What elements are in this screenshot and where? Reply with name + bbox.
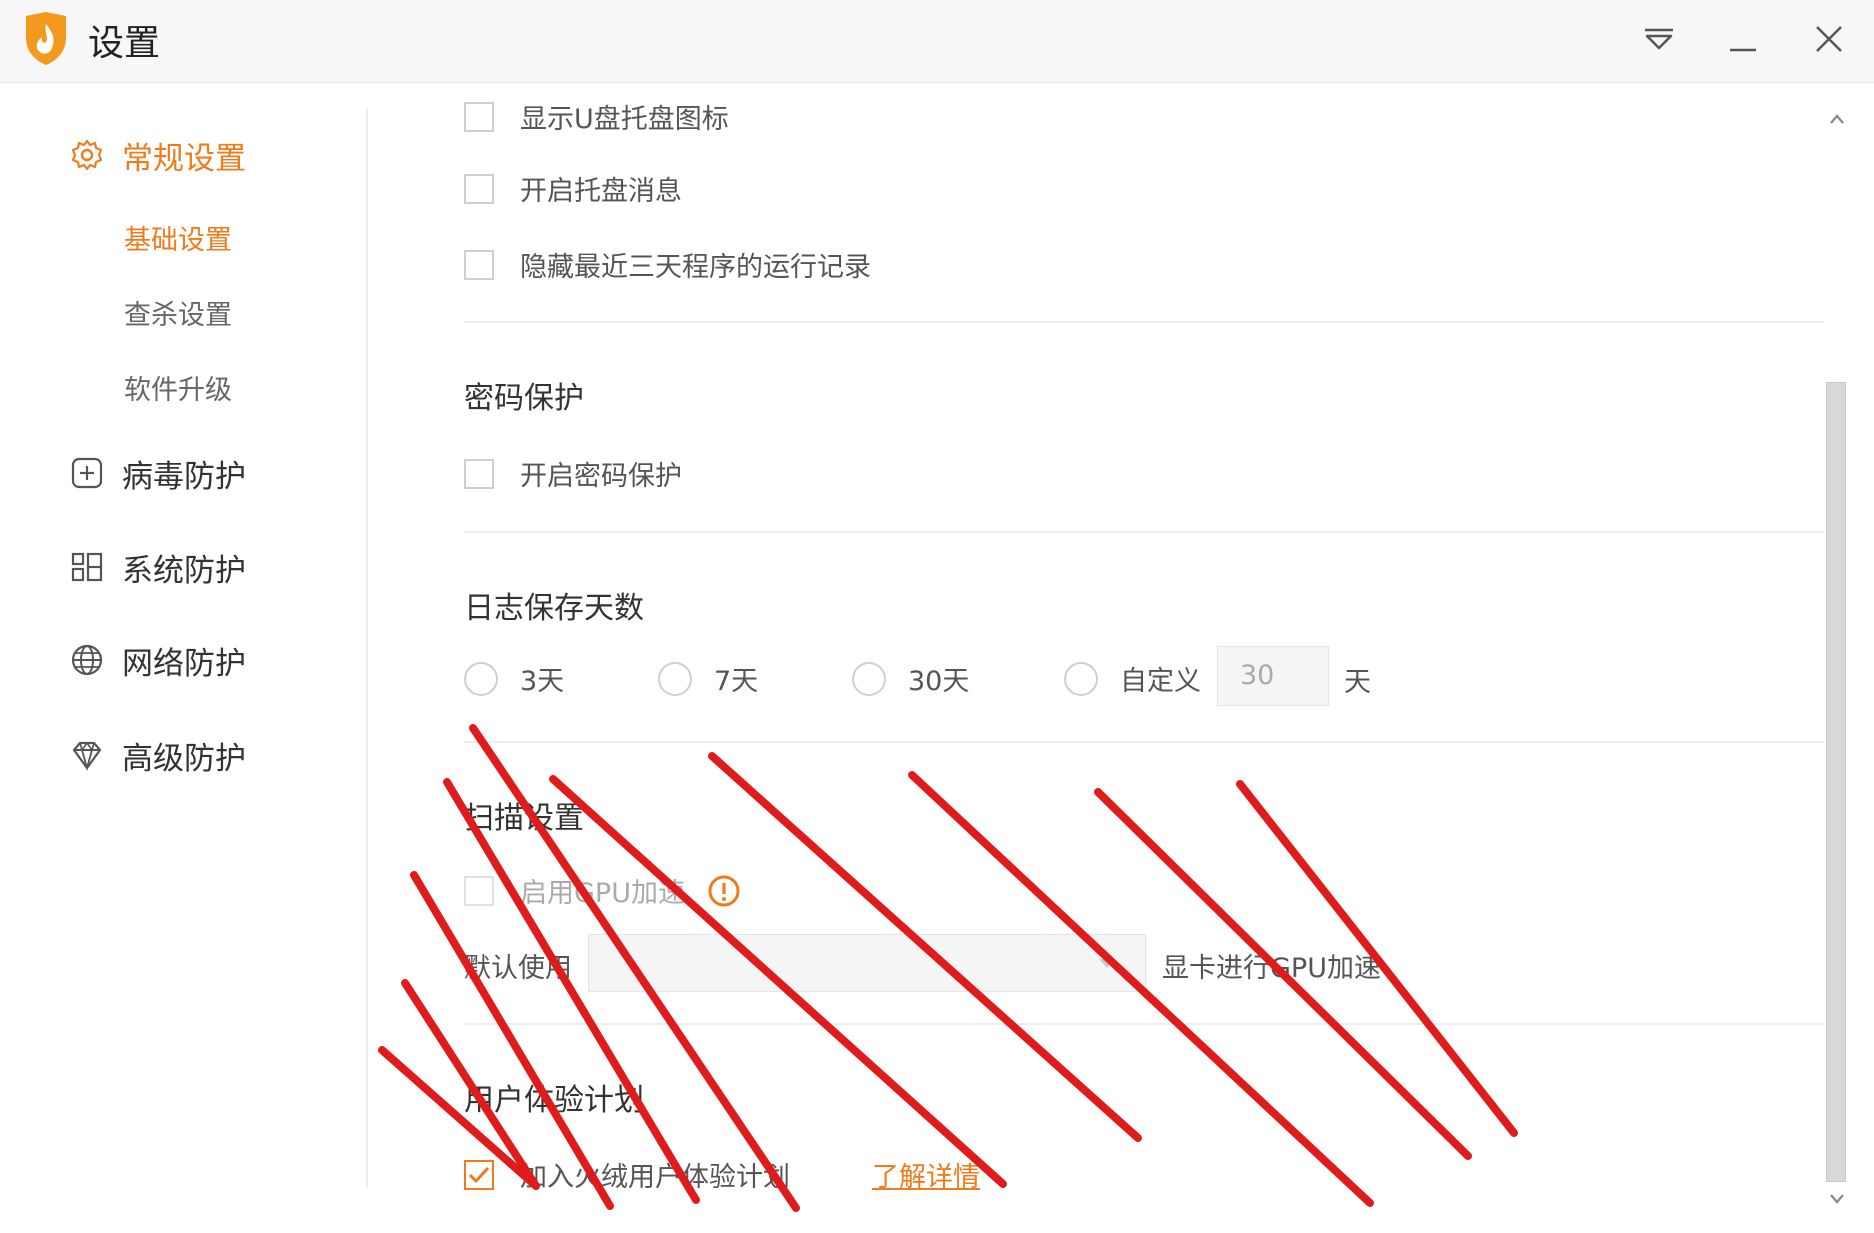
dropdown-menu-icon (1645, 28, 1673, 50)
settings-content: 显示U盘托盘图标 开启托盘消息 隐藏最近三天程序的运行记录 密码保护 开启密码保… (368, 83, 1828, 1233)
chevron-down-icon (1830, 1194, 1844, 1204)
sidebar-item-system[interactable]: 系统防护 (70, 542, 246, 592)
section-divider (464, 531, 1824, 533)
radio-3-days[interactable]: 3天 (464, 659, 564, 698)
option-label: 开启托盘消息 (520, 176, 682, 207)
custom-days-input[interactable]: 30 (1217, 646, 1329, 706)
radio-custom-days[interactable]: 自定义 (1064, 659, 1201, 698)
sidebar-item-label: 病毒防护 (122, 458, 246, 495)
option-gpu-accel[interactable]: 启用GPU加速 (464, 871, 741, 910)
sidebar-sub-upgrade[interactable]: 软件升级 (124, 368, 232, 407)
radio-label: 30天 (908, 666, 970, 697)
join-ux-checkbox[interactable] (464, 1159, 494, 1190)
sidebar-item-label: 常规设置 (122, 140, 246, 177)
option-label: 启用GPU加速 (520, 878, 685, 909)
scroll-up-button[interactable] (1824, 106, 1850, 132)
checkmark-icon (468, 1166, 490, 1183)
sidebar-item-label: 系统防护 (122, 552, 246, 589)
show-u-disk-checkbox[interactable] (464, 101, 494, 132)
diamond-icon (72, 741, 102, 772)
gpu-accel-checkbox[interactable] (464, 875, 494, 906)
sidebar-item-advanced[interactable]: 高级防护 (70, 730, 246, 780)
sidebar-item-label: 高级防护 (122, 740, 246, 777)
sidebar-sub-scan[interactable]: 查杀设置 (124, 293, 232, 332)
radio-circle[interactable] (464, 661, 498, 696)
hide-records-checkbox[interactable] (464, 249, 494, 280)
scroll-down-button[interactable] (1824, 1186, 1850, 1212)
close-button[interactable] (1806, 16, 1852, 62)
option-label: 显示U盘托盘图标 (520, 104, 729, 135)
password-protect-checkbox[interactable] (464, 458, 494, 489)
section-title-password: 密码保护 (464, 381, 584, 416)
radio-30-days[interactable]: 30天 (852, 659, 969, 698)
radio-label: 3天 (520, 666, 565, 697)
option-show-u-disk[interactable]: 显示U盘托盘图标 (464, 97, 729, 136)
window-title: 设置 (88, 23, 161, 64)
radio-label: 7天 (714, 666, 759, 697)
gear-icon (71, 139, 103, 171)
close-icon (1816, 26, 1842, 52)
days-unit-label: 天 (1344, 667, 1371, 698)
globe-icon (71, 644, 103, 676)
radio-circle[interactable] (658, 661, 692, 696)
section-title-log-days: 日志保存天数 (464, 591, 644, 626)
radio-label: 自定义 (1120, 666, 1201, 697)
warning-icon[interactable] (707, 874, 741, 908)
sidebar-item-network[interactable]: 网络防护 (70, 635, 246, 685)
huorong-logo-icon (22, 10, 70, 66)
default-use-label: 默认使用 (464, 953, 572, 984)
section-divider (464, 1023, 1824, 1025)
option-join-ux[interactable]: 加入火绒用户体验计划 了解详情 (464, 1155, 980, 1194)
sidebar-item-label: 网络防护 (122, 645, 246, 682)
plus-box-icon (71, 457, 103, 489)
option-label: 隐藏最近三天程序的运行记录 (520, 252, 871, 283)
radio-circle[interactable] (1064, 661, 1098, 696)
sidebar-item-virus[interactable]: 病毒防护 (70, 448, 246, 498)
section-title-scan: 扫描设置 (464, 801, 584, 836)
title-bar: 设置 (0, 0, 1874, 83)
learn-more-link[interactable]: 了解详情 (872, 1155, 980, 1194)
gpu-card-select[interactable] (588, 934, 1146, 992)
section-divider (464, 741, 1824, 743)
tray-messages-checkbox[interactable] (464, 173, 494, 204)
sidebar-item-general[interactable]: 常规设置 (70, 130, 246, 180)
grid-layout-icon (71, 552, 103, 582)
menu-dropdown-button[interactable] (1636, 16, 1682, 62)
section-title-ux: 用户体验计划 (464, 1083, 644, 1118)
section-divider (464, 321, 1824, 323)
radio-circle[interactable] (852, 661, 886, 696)
option-hide-records[interactable]: 隐藏最近三天程序的运行记录 (464, 245, 871, 284)
option-label: 开启密码保护 (520, 461, 682, 492)
minimize-button[interactable] (1720, 16, 1766, 62)
sidebar-sub-basic[interactable]: 基础设置 (124, 218, 232, 257)
gpu-suffix-label: 显卡进行GPU加速 (1162, 953, 1381, 984)
scrollbar-thumb[interactable] (1826, 382, 1846, 1182)
chevron-down-icon (1099, 959, 1115, 968)
minimize-icon (1730, 48, 1756, 52)
option-label: 加入火绒用户体验计划 (520, 1162, 790, 1193)
radio-7-days[interactable]: 7天 (658, 659, 758, 698)
option-password-protect[interactable]: 开启密码保护 (464, 454, 682, 493)
chevron-up-icon (1830, 114, 1844, 124)
option-tray-messages[interactable]: 开启托盘消息 (464, 169, 682, 208)
sidebar: 常规设置 基础设置 查杀设置 软件升级 病毒防护 系统防护 网络防护 高级防护 (0, 83, 366, 1233)
